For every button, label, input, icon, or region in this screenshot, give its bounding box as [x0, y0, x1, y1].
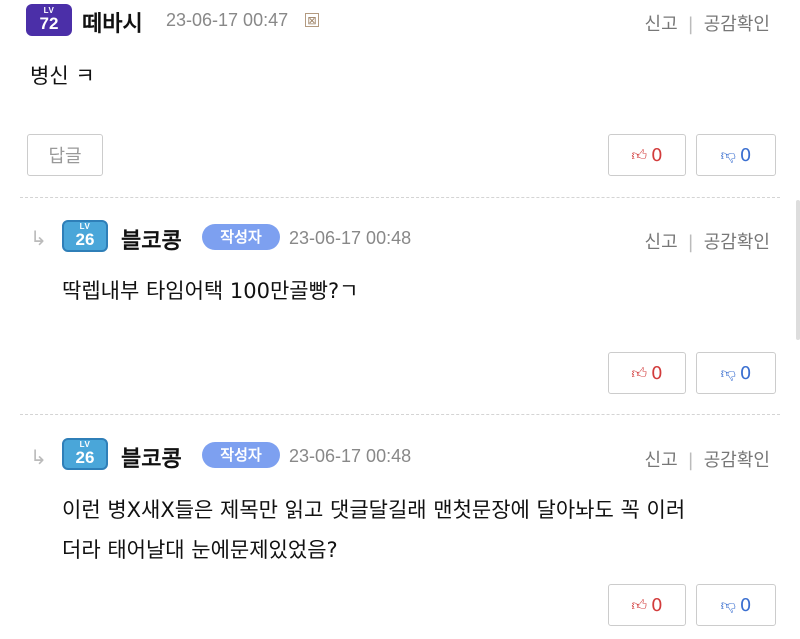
level-badge: LV 26	[62, 438, 108, 470]
thumbs-up-icon: 👍︎	[631, 595, 648, 614]
author-badge: 작성자	[202, 442, 280, 468]
comment-actions: 신고 | 공감확인	[644, 232, 770, 253]
comment-text: 딱렙내부 타임어택 100만골빵?ㄱ	[62, 279, 359, 303]
dislike-button[interactable]: 👎︎ 0	[696, 352, 776, 394]
comment-actions: 신고 | 공감확인	[644, 14, 770, 35]
like-button[interactable]: 👍︎ 0	[608, 352, 686, 394]
thumbs-up-icon: 👍︎	[631, 363, 648, 382]
reply-arrow-icon: ↳	[30, 226, 47, 250]
like-button[interactable]: 👍︎ 0	[608, 134, 686, 176]
nickname[interactable]: 블코콩	[121, 223, 182, 255]
sympathy-link[interactable]: 공감확인	[704, 450, 770, 471]
report-link[interactable]: 신고	[645, 232, 678, 253]
nickname[interactable]: 떼바시	[82, 6, 143, 38]
thumbs-up-icon: 👍︎	[631, 145, 648, 164]
comment-text-line: 더라 태어날대 눈에문제있었음?	[62, 538, 338, 562]
thumbs-down-icon: 👎︎	[720, 363, 736, 382]
author-badge: 작성자	[202, 224, 280, 250]
comment-date: 23-06-17 00:47	[166, 10, 289, 30]
level-badge: LV 26	[62, 220, 108, 252]
dislike-button[interactable]: 👎︎ 0	[696, 584, 776, 626]
report-link[interactable]: 신고	[645, 14, 678, 35]
comment-divider	[20, 414, 780, 415]
thumbs-down-icon: 👎︎	[720, 145, 736, 164]
scrollbar[interactable]	[796, 200, 800, 340]
reply-arrow-icon: ↳	[30, 445, 47, 469]
level-badge: LV 72	[26, 4, 72, 36]
comment-date: 23-06-17 00:48	[289, 228, 412, 248]
comment-divider	[20, 197, 780, 198]
dislike-button[interactable]: 👎︎ 0	[696, 134, 776, 176]
comment-text: 병신 ㅋ	[30, 64, 95, 88]
comment-actions: 신고 | 공감확인	[644, 450, 770, 471]
reply-button[interactable]: 답글	[27, 134, 103, 176]
sympathy-link[interactable]: 공감확인	[704, 232, 770, 253]
report-link[interactable]: 신고	[645, 450, 678, 471]
comment-text-line: 이런 병X새X들은 제목만 읽고 댓글달길래 맨첫문장에 달아놔도 꼭 이러	[62, 498, 686, 522]
x-box-icon[interactable]: ⊠	[305, 13, 319, 27]
sympathy-link[interactable]: 공감확인	[704, 14, 770, 35]
nickname[interactable]: 블코콩	[121, 441, 182, 473]
like-button[interactable]: 👍︎ 0	[608, 584, 686, 626]
thumbs-down-icon: 👎︎	[720, 595, 736, 614]
comment-date: 23-06-17 00:48	[289, 446, 412, 466]
